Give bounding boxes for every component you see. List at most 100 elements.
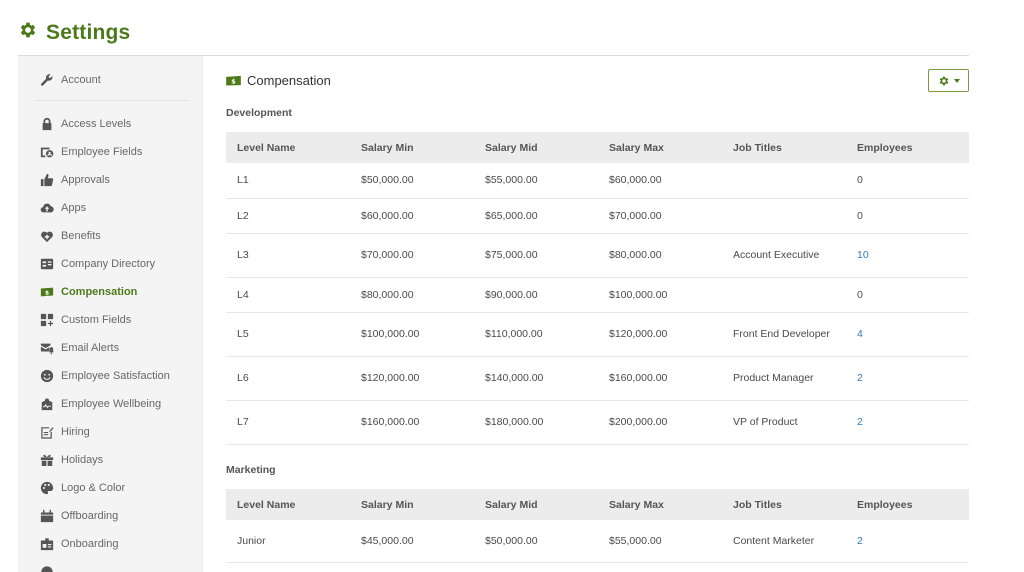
cell-mid: $75,000.00 xyxy=(474,233,598,278)
page-header: Settings xyxy=(18,20,130,45)
sidebar-item-label: Employee Fields xyxy=(61,146,143,158)
employees-link[interactable]: 2 xyxy=(857,416,863,428)
sidebar-item-custom-fields[interactable]: Custom Fields xyxy=(40,313,131,327)
table-row[interactable]: L7 $160,000.00 $180,000.00 $200,000.00 V… xyxy=(226,400,969,445)
col-level-name[interactable]: Level Name xyxy=(226,489,350,520)
col-salary-mid[interactable]: Salary Mid xyxy=(474,132,598,163)
employees-link[interactable]: 4 xyxy=(857,328,863,340)
id-badge-icon xyxy=(40,537,54,551)
cell-level: L3 xyxy=(226,233,350,278)
palette-icon xyxy=(40,481,54,495)
cell-max: $160,000.00 xyxy=(598,356,722,401)
sidebar-item-label: Hiring xyxy=(61,426,90,438)
cell-mid: $180,000.00 xyxy=(474,400,598,445)
col-salary-mid[interactable]: Salary Mid xyxy=(474,489,598,520)
cell-min: $50,000.00 xyxy=(350,163,474,199)
cell-mid: $65,000.00 xyxy=(474,198,598,234)
sidebar-item-label: Compensation xyxy=(61,286,138,298)
sidebar-item-account[interactable]: Account xyxy=(40,73,101,87)
sidebar-item-label: Custom Fields xyxy=(61,314,132,326)
cell-titles: Content Marketer xyxy=(722,520,846,563)
money-icon: $ xyxy=(226,75,241,86)
cell-mid: $50,000.00 xyxy=(474,520,598,563)
cell-min: $70,000.00 xyxy=(350,233,474,278)
cell-level: L6 xyxy=(226,356,350,401)
table-row[interactable]: L1 $50,000.00 $55,000.00 $60,000.00 0 xyxy=(226,163,969,199)
sidebar-item-hiring[interactable]: Hiring xyxy=(40,425,90,439)
thumbs-up-icon xyxy=(40,173,54,187)
col-employees[interactable]: Employees xyxy=(846,489,969,520)
cloud-upload-icon xyxy=(40,201,54,215)
sidebar-item-email-alerts[interactable]: Email Alerts xyxy=(40,341,119,355)
employees-link[interactable]: 2 xyxy=(857,535,863,547)
col-salary-min[interactable]: Salary Min xyxy=(350,489,474,520)
cell-titles: Account Executive xyxy=(722,233,846,278)
cell-level: L2 xyxy=(226,198,350,234)
cell-min: $100,000.00 xyxy=(350,312,474,357)
sidebar-item-employee-wellbeing[interactable]: Employee Wellbeing xyxy=(40,397,161,411)
cell-min: $45,000.00 xyxy=(350,520,474,563)
cell-titles: Front End Developer xyxy=(722,312,846,357)
lock-icon xyxy=(40,117,54,131)
col-salary-min[interactable]: Salary Min xyxy=(350,132,474,163)
svg-text:$: $ xyxy=(45,290,49,297)
sidebar-item-label: Benefits xyxy=(61,230,101,242)
col-job-titles[interactable]: Job Titles xyxy=(722,132,846,163)
sidebar-item-label: Employee Satisfaction xyxy=(61,370,170,382)
table-row[interactable]: L3 $70,000.00 $75,000.00 $80,000.00 Acco… xyxy=(226,233,969,278)
settings-dropdown-button[interactable] xyxy=(928,69,969,92)
sidebar-item-more[interactable] xyxy=(40,565,54,572)
col-level-name[interactable]: Level Name xyxy=(226,132,350,163)
col-job-titles[interactable]: Job Titles xyxy=(722,489,846,520)
sidebar-item-employee-satisfaction[interactable]: Employee Satisfaction xyxy=(40,369,170,383)
cell-min: $60,000.00 xyxy=(350,198,474,234)
employees-link[interactable]: 2 xyxy=(857,372,863,384)
sidebar-item-apps[interactable]: Apps xyxy=(40,201,86,215)
sidebar-item-onboarding[interactable]: Onboarding xyxy=(40,537,119,551)
sidebar-item-access-levels[interactable]: Access Levels xyxy=(40,117,131,131)
sidebar-item-employee-fields[interactable]: Employee Fields xyxy=(40,145,142,159)
cell-employees: 0 xyxy=(846,277,969,313)
cell-mid: $140,000.00 xyxy=(474,356,598,401)
sidebar-item-holidays[interactable]: Holidays xyxy=(40,453,103,467)
col-employees[interactable]: Employees xyxy=(846,132,969,163)
sidebar-item-logo-color[interactable]: Logo & Color xyxy=(40,481,125,495)
calendar-out-icon xyxy=(40,509,54,523)
cell-mid: $110,000.00 xyxy=(474,312,598,357)
cell-employees: 0 xyxy=(846,163,969,199)
col-salary-max[interactable]: Salary Max xyxy=(598,132,722,163)
gear-icon xyxy=(939,76,948,85)
table-row[interactable]: L4 $80,000.00 $90,000.00 $100,000.00 0 xyxy=(226,277,969,313)
cell-max: $100,000.00 xyxy=(598,277,722,313)
sidebar-item-approvals[interactable]: Approvals xyxy=(40,173,110,187)
development-levels-table: Level Name Salary Min Salary Mid Salary … xyxy=(226,132,969,445)
cell-titles xyxy=(722,277,846,313)
sidebar-item-offboarding[interactable]: Offboarding xyxy=(40,509,118,523)
cell-employees: 0 xyxy=(846,198,969,234)
marketing-levels-table: Level Name Salary Min Salary Mid Salary … xyxy=(226,489,969,563)
grid-plus-icon xyxy=(40,313,54,327)
sidebar-item-company-directory[interactable]: Company Directory xyxy=(40,257,155,271)
gift-icon xyxy=(40,453,54,467)
cell-mid: $90,000.00 xyxy=(474,277,598,313)
clipboard-edit-icon xyxy=(40,425,54,439)
table-header-row: Level Name Salary Min Salary Mid Salary … xyxy=(226,132,969,163)
table-row[interactable]: Junior $45,000.00 $50,000.00 $55,000.00 … xyxy=(226,520,969,563)
page-title: Settings xyxy=(46,20,131,44)
col-salary-max[interactable]: Salary Max xyxy=(598,489,722,520)
table-row[interactable]: L5 $100,000.00 $110,000.00 $120,000.00 F… xyxy=(226,312,969,357)
sidebar-item-benefits[interactable]: Benefits xyxy=(40,229,101,243)
cell-min: $80,000.00 xyxy=(350,277,474,313)
employees-link[interactable]: 10 xyxy=(857,249,869,261)
table-row[interactable]: L6 $120,000.00 $140,000.00 $160,000.00 P… xyxy=(226,356,969,401)
cell-max: $120,000.00 xyxy=(598,312,722,357)
sidebar-item-compensation[interactable]: $ Compensation xyxy=(40,285,137,299)
section-title-text: Compensation xyxy=(247,73,331,88)
svg-text:$: $ xyxy=(231,77,236,85)
cell-level: L1 xyxy=(226,163,350,199)
table-row[interactable]: L2 $60,000.00 $65,000.00 $70,000.00 0 xyxy=(226,198,969,234)
section-title: $ Compensation xyxy=(226,73,331,88)
cell-max: $200,000.00 xyxy=(598,400,722,445)
wrench-icon xyxy=(40,73,54,87)
id-fields-icon xyxy=(40,145,54,159)
